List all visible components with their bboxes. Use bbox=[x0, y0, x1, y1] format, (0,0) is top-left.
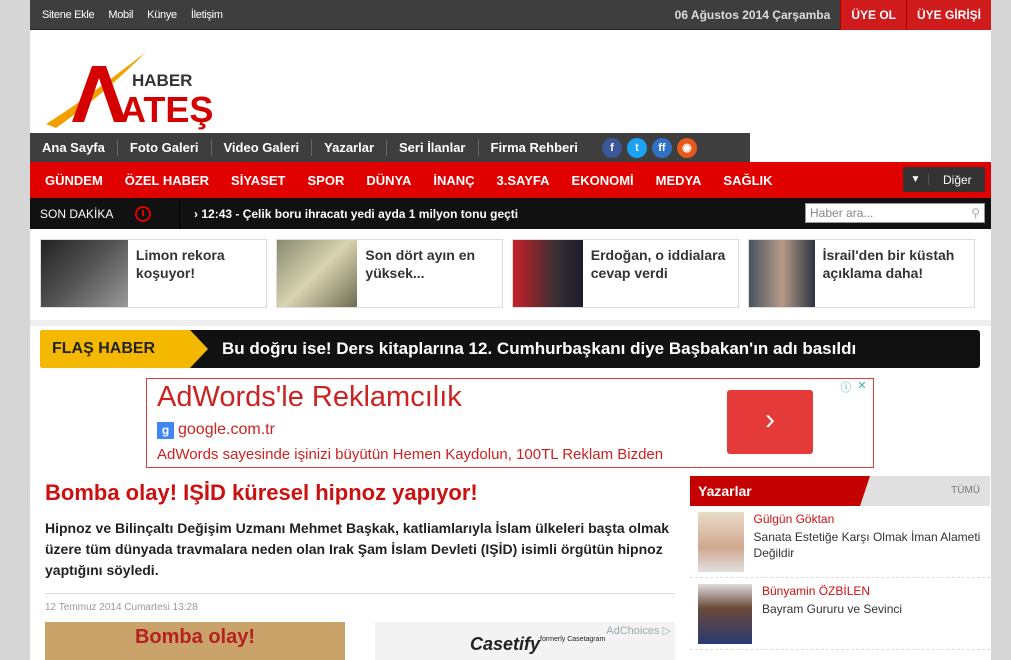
writers-sidebar: Yazarlar TÜMÜ Gülgün Göktan Sanata Estet… bbox=[690, 476, 990, 660]
rss-icon[interactable]: ◉ bbox=[676, 137, 697, 158]
article-image[interactable]: Bomba olay! bbox=[45, 622, 345, 660]
chevron-down-icon: ▼ bbox=[903, 174, 929, 185]
nav-home[interactable]: Ana Sayfa bbox=[30, 139, 118, 156]
google-icon: g bbox=[157, 421, 174, 439]
breaking-label: SON DAKİKA bbox=[40, 206, 114, 221]
casetify-ad[interactable]: Casetify formerly Casetagram AdChoices ▷ bbox=[375, 622, 675, 660]
logo-big-text: ATEŞİ bbox=[120, 89, 212, 130]
divider bbox=[30, 320, 991, 326]
ad-arrow-button[interactable]: › bbox=[727, 390, 813, 454]
headline-image bbox=[277, 240, 358, 307]
ad-headline[interactable]: AdWords'le Reklamcılık bbox=[157, 381, 462, 414]
mobile-link[interactable]: Mobil bbox=[108, 9, 133, 21]
headline-title: Son dört ayın en yüksek... bbox=[365, 247, 476, 281]
headline-card[interactable]: Limon rekora koşuyor! bbox=[40, 239, 267, 308]
cat-saglik[interactable]: SAĞLIK bbox=[712, 173, 783, 188]
category-nav: GÜNDEM ÖZEL HABER SİYASET SPOR DÜNYA İNA… bbox=[30, 162, 991, 198]
nav-classifieds[interactable]: Seri İlanlar bbox=[387, 139, 479, 156]
cat-ozel-haber[interactable]: ÖZEL HABER bbox=[114, 173, 220, 188]
ad2-sub: formerly Casetagram bbox=[540, 636, 606, 643]
headline-card[interactable]: İsrail'den bir küstah açıklama daha! bbox=[748, 239, 975, 308]
author-name: Gülgün Göktan bbox=[753, 512, 835, 526]
author-article: Bayram Gururu ve Sevinci bbox=[762, 602, 903, 616]
logo-small-text: HABER bbox=[132, 71, 192, 90]
search-icon[interactable]: ⚲ bbox=[971, 206, 980, 220]
adwords-ad[interactable]: AdWords'le Reklamcılık g google.com.tr Ad… bbox=[146, 378, 874, 468]
author-item[interactable]: Gülgün Göktan Sanata Estetiğe Karşı Olma… bbox=[690, 506, 990, 578]
site-logo[interactable]: HABER ATEŞİ bbox=[42, 52, 223, 132]
sidebar-title: Yazarlar bbox=[690, 476, 870, 506]
headline-card[interactable]: Erdoğan, o iddialara cevap verdi bbox=[512, 239, 739, 308]
current-date: 06 Ağustos 2014 Çarşamba bbox=[674, 7, 831, 22]
login-button[interactable]: ÜYE GİRİŞİ bbox=[905, 0, 991, 30]
article-date: 12 Temmuz 2014 Cumartesi 13:28 bbox=[45, 593, 675, 613]
avatar bbox=[698, 512, 744, 572]
nav-photo-gallery[interactable]: Foto Galeri bbox=[118, 139, 212, 156]
ad-url[interactable]: google.com.tr bbox=[178, 421, 275, 439]
cat-gundem[interactable]: GÜNDEM bbox=[34, 173, 114, 188]
headline-cards: Limon rekora koşuyor! Son dört ayın en y… bbox=[40, 239, 975, 308]
facebook-icon[interactable]: f bbox=[601, 137, 622, 158]
more-dropdown[interactable]: ▼ Diğer bbox=[903, 167, 985, 192]
clock-icon bbox=[135, 205, 152, 222]
cat-dunya[interactable]: DÜNYA bbox=[355, 173, 422, 188]
author-article: Sanata Estetiğe Karşı Olmak İman Alameti… bbox=[753, 530, 981, 560]
imprint-link[interactable]: Künye bbox=[147, 9, 177, 21]
breaking-news-bar: SON DAKİKA › 12:43 - Çelik boru ihracatı… bbox=[30, 198, 991, 229]
nav-writers[interactable]: Yazarlar bbox=[312, 139, 388, 156]
headline-card[interactable]: Son dört ayın en yüksek... bbox=[276, 239, 503, 308]
page: Sitene Ekle Mobil Künye İletişim 06 Ağus… bbox=[30, 0, 991, 660]
social-links: f t ff ◉ bbox=[590, 137, 697, 158]
article-image-text: Bomba olay! bbox=[134, 626, 256, 648]
adchoices-label[interactable]: AdChoices ▷ bbox=[606, 624, 671, 637]
friendfeed-icon[interactable]: ff bbox=[651, 137, 672, 158]
headline-image bbox=[41, 240, 128, 307]
nav-company-guide[interactable]: Firma Rehberi bbox=[479, 139, 590, 156]
ad2-brand: Casetify bbox=[470, 634, 541, 654]
cat-inanc[interactable]: İNANÇ bbox=[422, 173, 485, 188]
cat-siyaset[interactable]: SİYASET bbox=[220, 173, 296, 188]
headline-title: İsrail'den bir küstah açıklama daha! bbox=[822, 247, 955, 281]
register-button[interactable]: ÜYE OL bbox=[840, 0, 906, 30]
cat-spor[interactable]: SPOR bbox=[296, 173, 355, 188]
ticker-time: 12:43 bbox=[201, 206, 233, 221]
article-summary: Hipnoz ve Bilinçaltı Değişim Uzmanı Mehm… bbox=[45, 520, 670, 578]
headline-title: Erdoğan, o iddialara cevap verdi bbox=[590, 247, 726, 281]
top-links: Sitene Ekle Mobil Künye İletişim bbox=[30, 9, 223, 21]
author-item[interactable]: Bünyamin ÖZBİLEN Bayram Gururu ve Sevinc… bbox=[690, 578, 990, 650]
cat-3sayfa[interactable]: 3.SAYFA bbox=[486, 173, 561, 188]
search-input[interactable]: Haber ara... bbox=[810, 206, 873, 220]
article-title[interactable]: Bomba olay! IŞİD küresel hipnoz yapıyor! bbox=[45, 480, 675, 506]
headline-image bbox=[513, 240, 583, 307]
more-label: Diğer bbox=[943, 172, 972, 187]
cat-medya[interactable]: MEDYA bbox=[645, 173, 713, 188]
sidebar-all-link[interactable]: TÜMÜ bbox=[951, 485, 980, 496]
author-name: Bünyamin ÖZBİLEN bbox=[762, 584, 871, 598]
cat-ekonomi[interactable]: EKONOMİ bbox=[561, 173, 645, 188]
headline-image bbox=[749, 240, 815, 307]
flash-label: FLAŞ HABER bbox=[40, 330, 208, 368]
top-bar: Sitene Ekle Mobil Künye İletişim 06 Ağus… bbox=[30, 0, 991, 30]
search-box[interactable]: Haber ara... ⚲ bbox=[805, 203, 985, 223]
ticker-text: Çelik boru ihracatı yedi ayda 1 milyon t… bbox=[242, 206, 519, 221]
breaking-ticker[interactable]: › 12:43 - Çelik boru ihracatı yedi ayda … bbox=[180, 207, 518, 221]
ad-close-icon[interactable]: ✕ bbox=[855, 379, 869, 395]
contact-link[interactable]: İletişim bbox=[191, 9, 223, 21]
main-article: Bomba olay! IŞİD küresel hipnoz yapıyor!… bbox=[45, 480, 675, 613]
main-nav: Ana Sayfa Foto Galeri Video Galeri Yazar… bbox=[30, 133, 750, 162]
flash-text: Bu doğru ise! Ders kitaplarına 12. Cumhu… bbox=[222, 339, 857, 358]
add-to-site-link[interactable]: Sitene Ekle bbox=[42, 9, 95, 21]
ad-description: AdWords sayesinde işinizi büyütün Hemen … bbox=[157, 446, 664, 463]
headline-title: Limon rekora koşuyor! bbox=[135, 247, 225, 281]
twitter-icon[interactable]: t bbox=[626, 137, 647, 158]
ad-info-icon[interactable]: ⓘ bbox=[839, 379, 853, 395]
nav-video-gallery[interactable]: Video Galeri bbox=[212, 139, 313, 156]
avatar bbox=[698, 584, 752, 644]
flash-news-bar[interactable]: FLAŞ HABER Bu doğru ise! Ders kitapların… bbox=[40, 330, 980, 368]
